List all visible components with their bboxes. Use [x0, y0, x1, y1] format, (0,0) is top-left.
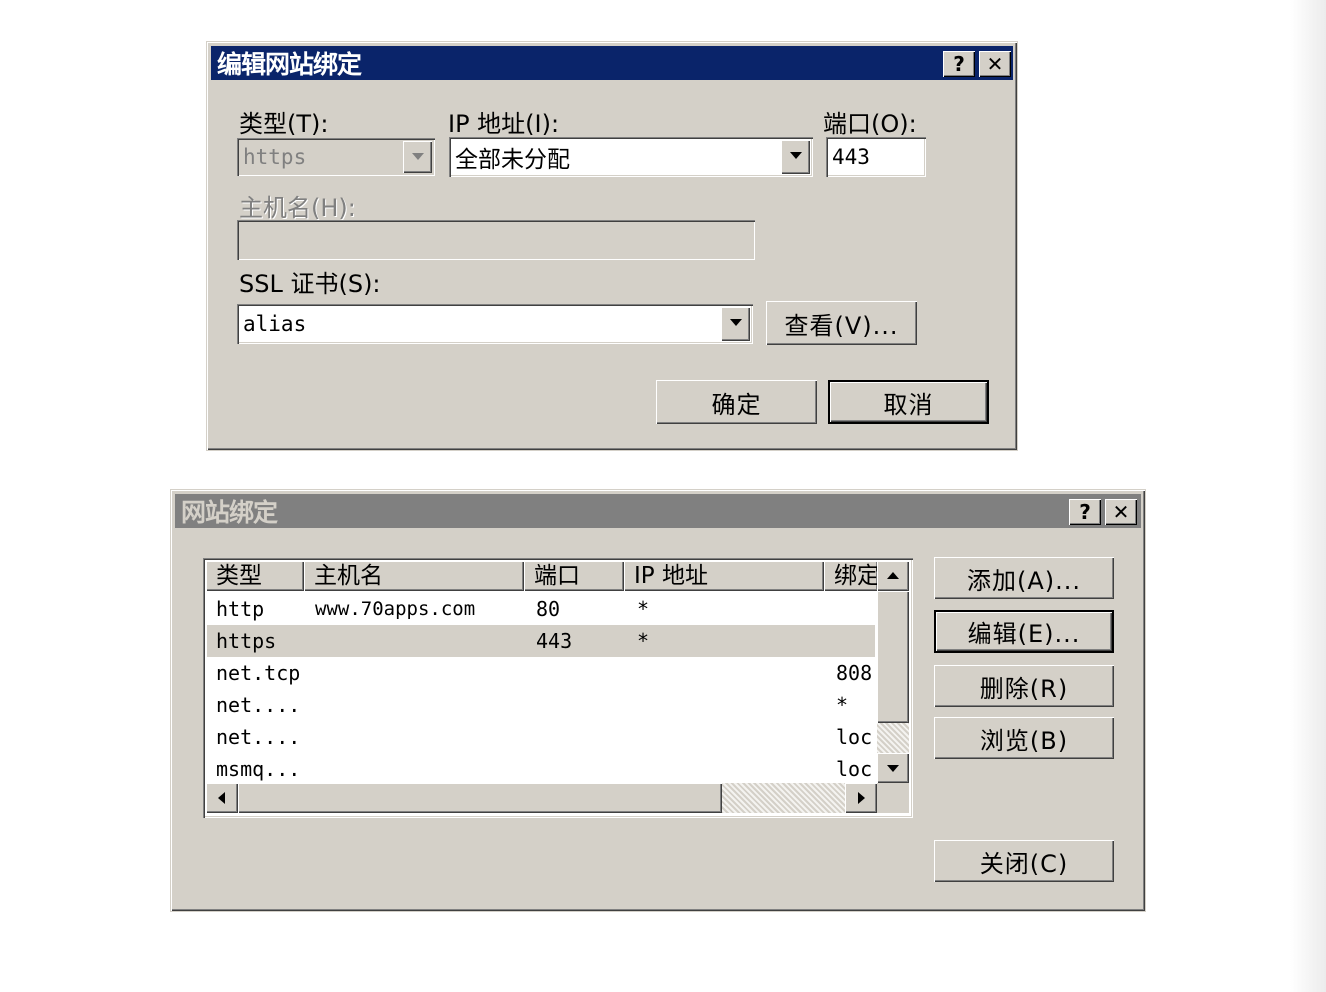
cell-type: http	[216, 597, 265, 621]
cell-ip: *	[637, 597, 650, 621]
ip-label: IP 地址(I):	[448, 110, 560, 138]
type-combo: https	[237, 138, 435, 176]
dialog-title: 网站绑定	[181, 498, 278, 527]
scroll-down-icon[interactable]	[877, 753, 909, 783]
column-header-port[interactable]: 端口	[524, 561, 624, 591]
view-certificate-button[interactable]: 查看(V)...	[766, 301, 917, 345]
edit-binding-titlebar[interactable]: 编辑网站绑定 ? ✕	[211, 46, 1013, 80]
table-row[interactable]: net.... loc	[207, 721, 875, 753]
remove-binding-button[interactable]: 删除(R)	[934, 665, 1114, 707]
chevron-down-icon[interactable]	[721, 307, 750, 341]
site-bindings-dialog: 网站绑定 ? ✕ 类型 主机名 端口 IP 地址 绑定 http www.70a…	[170, 489, 1146, 912]
close-icon[interactable]: ✕	[1105, 499, 1137, 525]
bindings-list[interactable]: 类型 主机名 端口 IP 地址 绑定 http www.70apps.com 8…	[203, 558, 913, 818]
scroll-corner	[877, 783, 909, 813]
browse-binding-button[interactable]: 浏览(B)	[934, 717, 1114, 759]
close-dialog-button[interactable]: 关闭(C)	[934, 840, 1114, 882]
chevron-down-icon[interactable]	[781, 140, 810, 174]
site-bindings-titlebar[interactable]: 网站绑定 ? ✕	[175, 494, 1141, 528]
horizontal-scroll-thumb[interactable]	[238, 783, 722, 813]
ip-combo[interactable]: 全部未分配	[449, 137, 813, 177]
port-value: 443	[832, 145, 870, 169]
port-label: 端口(O):	[823, 110, 917, 138]
vertical-scroll-thumb[interactable]	[877, 591, 909, 723]
cell-binding: loc	[836, 725, 873, 749]
table-row[interactable]: net.... *	[207, 689, 875, 721]
cell-type: net....	[216, 725, 301, 749]
table-row[interactable]: https 443 *	[207, 625, 875, 657]
hostname-input	[237, 220, 755, 260]
cell-binding: 808	[836, 661, 873, 685]
help-button[interactable]: ?	[1069, 499, 1101, 525]
help-button[interactable]: ?	[943, 51, 975, 77]
table-row[interactable]: http www.70apps.com 80 *	[207, 593, 875, 625]
edit-binding-dialog: 编辑网站绑定 ? ✕ 类型(T): https IP 地址(I): 全部未分配 …	[206, 41, 1018, 451]
hostname-label: 主机名(H):	[239, 194, 356, 222]
cell-ip: *	[637, 629, 650, 653]
chevron-down-icon	[403, 141, 432, 173]
column-header-ip[interactable]: IP 地址	[624, 561, 824, 591]
background-edge	[1290, 0, 1326, 992]
table-row[interactable]: msmq... loc	[207, 753, 875, 785]
scroll-up-icon[interactable]	[877, 561, 909, 591]
column-header-type[interactable]: 类型	[206, 561, 304, 591]
cell-binding: *	[836, 693, 849, 717]
table-row[interactable]: net.tcp 808	[207, 657, 875, 689]
cell-type: net....	[216, 693, 301, 717]
cell-type: https	[216, 629, 277, 653]
cancel-button[interactable]: 取消	[828, 380, 989, 424]
column-header-binding[interactable]: 绑定	[824, 561, 878, 591]
close-icon[interactable]: ✕	[979, 51, 1011, 77]
type-value: https	[243, 145, 307, 169]
cell-type: net.tcp	[216, 661, 301, 685]
scroll-left-icon[interactable]	[206, 783, 238, 813]
ssl-combo[interactable]: alias	[237, 304, 753, 344]
cell-type: msmq...	[216, 757, 301, 781]
dialog-title: 编辑网站绑定	[217, 50, 362, 79]
ssl-value: alias	[243, 312, 307, 336]
type-label: 类型(T):	[239, 110, 329, 138]
cell-port: 443	[536, 629, 573, 653]
cell-host: www.70apps.com	[315, 598, 476, 620]
column-header-host[interactable]: 主机名	[304, 561, 524, 591]
cell-port: 80	[536, 597, 561, 621]
edit-binding-button[interactable]: 编辑(E)...	[934, 610, 1114, 653]
add-binding-button[interactable]: 添加(A)...	[934, 557, 1114, 599]
port-input[interactable]: 443	[826, 137, 926, 177]
ip-value: 全部未分配	[455, 147, 570, 173]
cell-binding: loc	[836, 757, 873, 781]
ok-button[interactable]: 确定	[656, 380, 817, 424]
ssl-label: SSL 证书(S):	[239, 270, 381, 298]
scroll-right-icon[interactable]	[845, 783, 877, 813]
